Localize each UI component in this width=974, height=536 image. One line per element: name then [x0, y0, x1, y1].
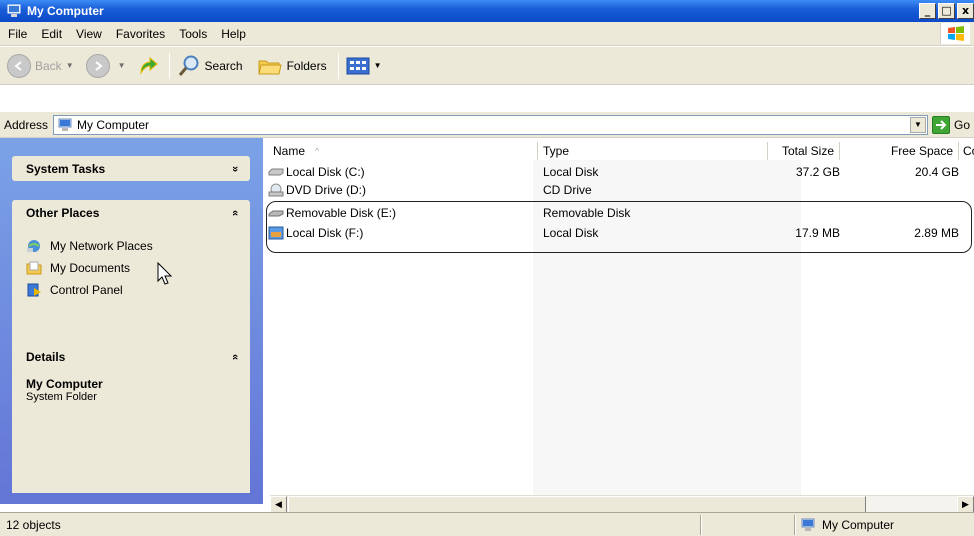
address-dropdown-icon[interactable]: ▼: [909, 116, 926, 133]
other-places-title: Other Places: [26, 205, 100, 220]
system-tasks-panel: System Tasks »: [12, 156, 250, 181]
folders-button[interactable]: Folders: [254, 51, 330, 81]
my-documents-label: My Documents: [50, 261, 131, 275]
menu-tools[interactable]: Tools: [172, 27, 214, 41]
sort-ascending-icon: ^: [315, 146, 320, 156]
my-network-places-link[interactable]: My Network Places: [26, 235, 238, 257]
details-header[interactable]: Details «: [12, 344, 250, 369]
go-button[interactable]: Go: [931, 115, 974, 134]
views-dropdown-icon[interactable]: ▼: [374, 61, 382, 70]
row-type: CD Drive: [543, 183, 592, 197]
back-dropdown-icon[interactable]: ▼: [66, 61, 74, 70]
details-name: My Computer: [26, 377, 103, 391]
my-documents-link[interactable]: My Documents: [26, 257, 238, 279]
window-title: My Computer: [27, 4, 104, 18]
control-panel-icon: [27, 283, 41, 297]
row-type: Local Disk: [543, 165, 599, 179]
address-value: My Computer: [77, 117, 150, 132]
row-name: DVD Drive (D:): [286, 183, 366, 197]
system-tasks-header[interactable]: System Tasks »: [12, 156, 250, 181]
go-label: Go: [953, 117, 970, 132]
horizontal-scrollbar[interactable]: ◀ ▶: [270, 495, 974, 513]
column-header-name[interactable]: Name ^: [268, 142, 538, 160]
status-divider: [700, 514, 702, 535]
chevron-down-icon[interactable]: »: [229, 165, 241, 171]
my-network-places-label: My Network Places: [50, 239, 153, 253]
system-tasks-title: System Tasks: [26, 161, 106, 176]
column-header-total-size[interactable]: Total Size: [768, 142, 840, 160]
address-field[interactable]: My Computer ▼: [53, 114, 928, 135]
mouse-pointer-icon: [157, 262, 173, 285]
column-header-comments[interactable]: Co: [959, 142, 974, 160]
row-name: Local Disk (C:): [286, 165, 365, 179]
row-free-space: 20.4 GB: [914, 165, 959, 179]
other-places-panel: Other Places « My Network Places My Docu…: [12, 200, 250, 352]
my-documents-icon: [26, 261, 42, 275]
scroll-right-button[interactable]: ▶: [957, 496, 974, 513]
task-pane: System Tasks » Other Places « My Network…: [0, 138, 263, 504]
menu-favorites[interactable]: Favorites: [109, 27, 172, 41]
my-computer-icon: [58, 118, 72, 131]
control-panel-label: Control Panel: [50, 283, 123, 297]
menu-help[interactable]: Help: [214, 27, 253, 41]
chevron-up-icon[interactable]: «: [229, 353, 241, 359]
status-location: My Computer: [796, 517, 894, 533]
control-panel-link[interactable]: Control Panel: [26, 279, 238, 301]
details-title: Details: [26, 349, 66, 364]
search-label: Search: [204, 58, 243, 73]
details-panel: Details « My Computer System Folder: [12, 344, 250, 493]
menu-edit[interactable]: Edit: [34, 27, 69, 41]
search-icon: [178, 55, 199, 76]
toolbar: Back ▼ ▼ Search Folders ▼: [0, 47, 974, 85]
row-total-size: 37.2 GB: [795, 165, 840, 179]
up-folder-icon: [140, 56, 158, 75]
search-button[interactable]: Search: [174, 51, 246, 81]
forward-button[interactable]: ▼: [83, 51, 129, 81]
toolbar-separator: [168, 52, 170, 79]
dvd-drive-icon: [268, 183, 284, 197]
scroll-left-button[interactable]: ◀: [270, 496, 287, 513]
highlight-outline: [266, 201, 972, 253]
object-count: 12 objects: [6, 517, 61, 532]
menu-view[interactable]: View: [69, 27, 109, 41]
folders-label: Folders: [286, 58, 327, 73]
close-button[interactable]: x: [957, 3, 974, 19]
forward-arrow-icon: [85, 53, 110, 78]
network-places-icon: [27, 240, 40, 252]
status-location-label: My Computer: [822, 517, 895, 532]
views-button[interactable]: ▼: [343, 51, 385, 81]
column-header-type[interactable]: Type: [538, 142, 768, 160]
back-label: Back: [35, 58, 62, 73]
go-arrow-icon: [931, 115, 950, 134]
table-row[interactable]: DVD Drive (D:) CD Drive: [268, 182, 968, 198]
file-list: Name ^ Type Total Size Free Space Co Loc…: [263, 138, 974, 504]
forward-dropdown-icon[interactable]: ▼: [118, 61, 126, 70]
details-type: System Folder: [26, 391, 97, 403]
menu-file[interactable]: File: [0, 27, 34, 41]
windows-logo-icon: [940, 23, 970, 44]
column-header-free-space[interactable]: Free Space: [840, 142, 959, 160]
address-label: Address: [4, 117, 49, 132]
views-icon: [346, 57, 370, 74]
minimize-button[interactable]: _: [919, 3, 936, 19]
maximize-button[interactable]: □: [938, 3, 955, 19]
back-button[interactable]: Back ▼: [4, 51, 77, 81]
address-bar: Address My Computer ▼ Go: [0, 112, 974, 138]
folders-icon: [257, 60, 282, 74]
status-bar: 12 objects My Computer: [0, 512, 974, 536]
other-places-header[interactable]: Other Places «: [12, 200, 250, 225]
title-bar[interactable]: My Computer _ □ x: [0, 0, 974, 22]
up-folder-button[interactable]: [133, 51, 165, 81]
table-row[interactable]: Local Disk (C:) Local Disk 37.2 GB 20.4 …: [268, 164, 968, 180]
hard-disk-icon: [268, 168, 284, 176]
toolbar-separator: [337, 52, 339, 79]
scrollbar-thumb[interactable]: [288, 496, 866, 513]
back-arrow-icon: [7, 53, 31, 78]
menu-bar: File Edit View Favorites Tools Help: [0, 22, 974, 46]
my-computer-icon: [801, 518, 815, 531]
my-computer-icon: [7, 4, 21, 17]
chevron-up-icon[interactable]: «: [229, 209, 241, 215]
